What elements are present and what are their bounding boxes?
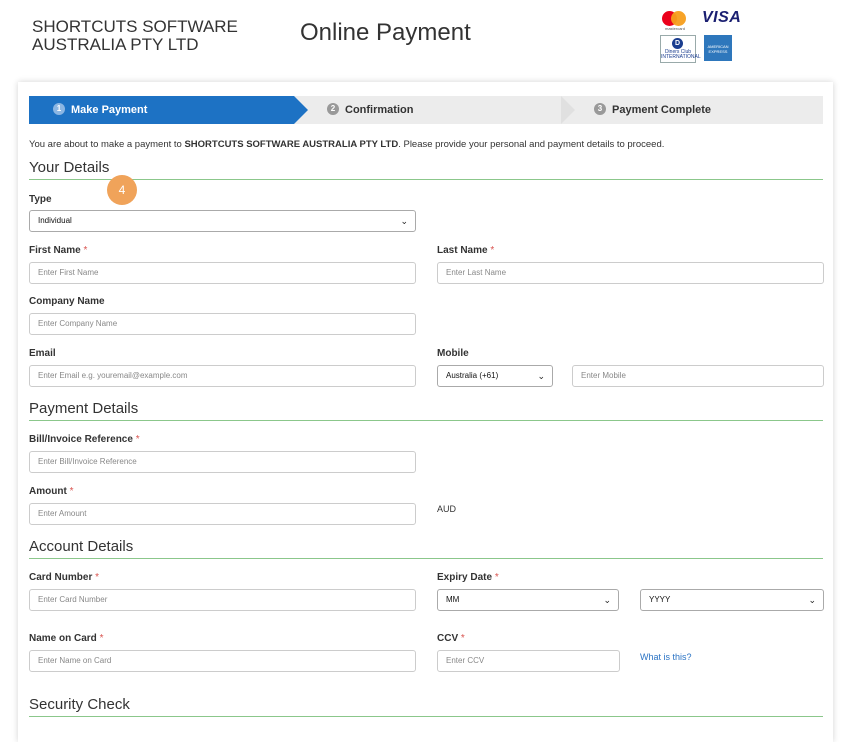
step-make-payment: 1 Make Payment xyxy=(29,96,294,124)
step-payment-complete: 3 Payment Complete xyxy=(594,96,711,124)
mastercard-icon: mastercard xyxy=(662,9,688,31)
section-security-check: Security Check xyxy=(29,696,823,717)
page-title: Online Payment xyxy=(300,19,471,46)
accepted-cards: mastercard VISA D Diners Club INTERNATIO… xyxy=(660,8,742,64)
amex-icon: AMERICAN EXPRESS xyxy=(704,35,732,61)
email-input[interactable]: Enter Email e.g. youremail@example.com xyxy=(29,365,416,387)
step-confirmation: 2 Confirmation xyxy=(327,96,413,124)
mobile-label: Mobile xyxy=(437,348,469,359)
card-number-input[interactable]: Enter Card Number xyxy=(29,589,416,611)
chevron-down-icon: ⌄ xyxy=(603,595,611,605)
ccv-label: CCV * xyxy=(437,633,465,644)
first-name-label: First Name * xyxy=(29,245,88,256)
company-name-line2: AUSTRALIA PTY LTD xyxy=(32,35,199,54)
diners-club-icon: D Diners Club INTERNATIONAL xyxy=(660,35,701,63)
type-select[interactable]: Individual ⌄ xyxy=(29,210,416,232)
last-name-input[interactable]: Enter Last Name xyxy=(437,262,824,284)
intro-text: You are about to make a payment to SHORT… xyxy=(29,139,665,150)
email-label: Email xyxy=(29,348,56,359)
bill-reference-label: Bill/Invoice Reference * xyxy=(29,434,140,445)
visa-icon: VISA xyxy=(702,9,742,26)
section-payment-details: Payment Details xyxy=(29,400,823,421)
company-name-line1: SHORTCUTS SOFTWARE xyxy=(32,17,238,36)
section-your-details: Your Details xyxy=(29,159,823,180)
payment-form-panel: 1 Make Payment 2 Confirmation 3 Payment Com… xyxy=(18,82,833,742)
company-name: SHORTCUTS SOFTWARE AUSTRALIA PTY LTD xyxy=(32,18,262,54)
first-name-input[interactable]: Enter First Name xyxy=(29,262,416,284)
expiry-date-label: Expiry Date * xyxy=(437,572,499,583)
type-label: Type xyxy=(29,194,52,205)
annotation-badge: 4 xyxy=(107,175,137,205)
chevron-down-icon: ⌄ xyxy=(537,371,545,381)
amount-label: Amount * xyxy=(29,486,74,497)
currency-label: AUD xyxy=(437,504,457,514)
step-arrow xyxy=(561,96,575,124)
name-on-card-label: Name on Card * xyxy=(29,633,104,644)
ccv-input[interactable]: Enter CCV xyxy=(437,650,620,672)
ccv-help-link[interactable]: What is this? xyxy=(640,652,692,662)
company-name-label: Company Name xyxy=(29,296,105,307)
chevron-down-icon: ⌄ xyxy=(400,216,408,226)
step-arrow xyxy=(294,96,308,124)
amount-input[interactable]: Enter Amount xyxy=(29,503,416,525)
expiry-year-select[interactable]: YYYY ⌄ xyxy=(640,589,824,611)
mobile-country-select[interactable]: Australia (+61) ⌄ xyxy=(437,365,553,387)
last-name-label: Last Name * xyxy=(437,245,495,256)
chevron-down-icon: ⌄ xyxy=(808,595,816,605)
progress-steps: 1 Make Payment 2 Confirmation 3 Payment Com… xyxy=(29,96,823,124)
expiry-month-select[interactable]: MM ⌄ xyxy=(437,589,619,611)
name-on-card-input[interactable]: Enter Name on Card xyxy=(29,650,416,672)
page-header: SHORTCUTS SOFTWARE AUSTRALIA PTY LTD Onl… xyxy=(0,0,861,80)
section-account-details: Account Details xyxy=(29,538,823,559)
company-name-input[interactable]: Enter Company Name xyxy=(29,313,416,335)
card-number-label: Card Number * xyxy=(29,572,100,583)
mobile-input[interactable]: Enter Mobile xyxy=(572,365,824,387)
bill-reference-input[interactable]: Enter Bill/Invoice Reference xyxy=(29,451,416,473)
